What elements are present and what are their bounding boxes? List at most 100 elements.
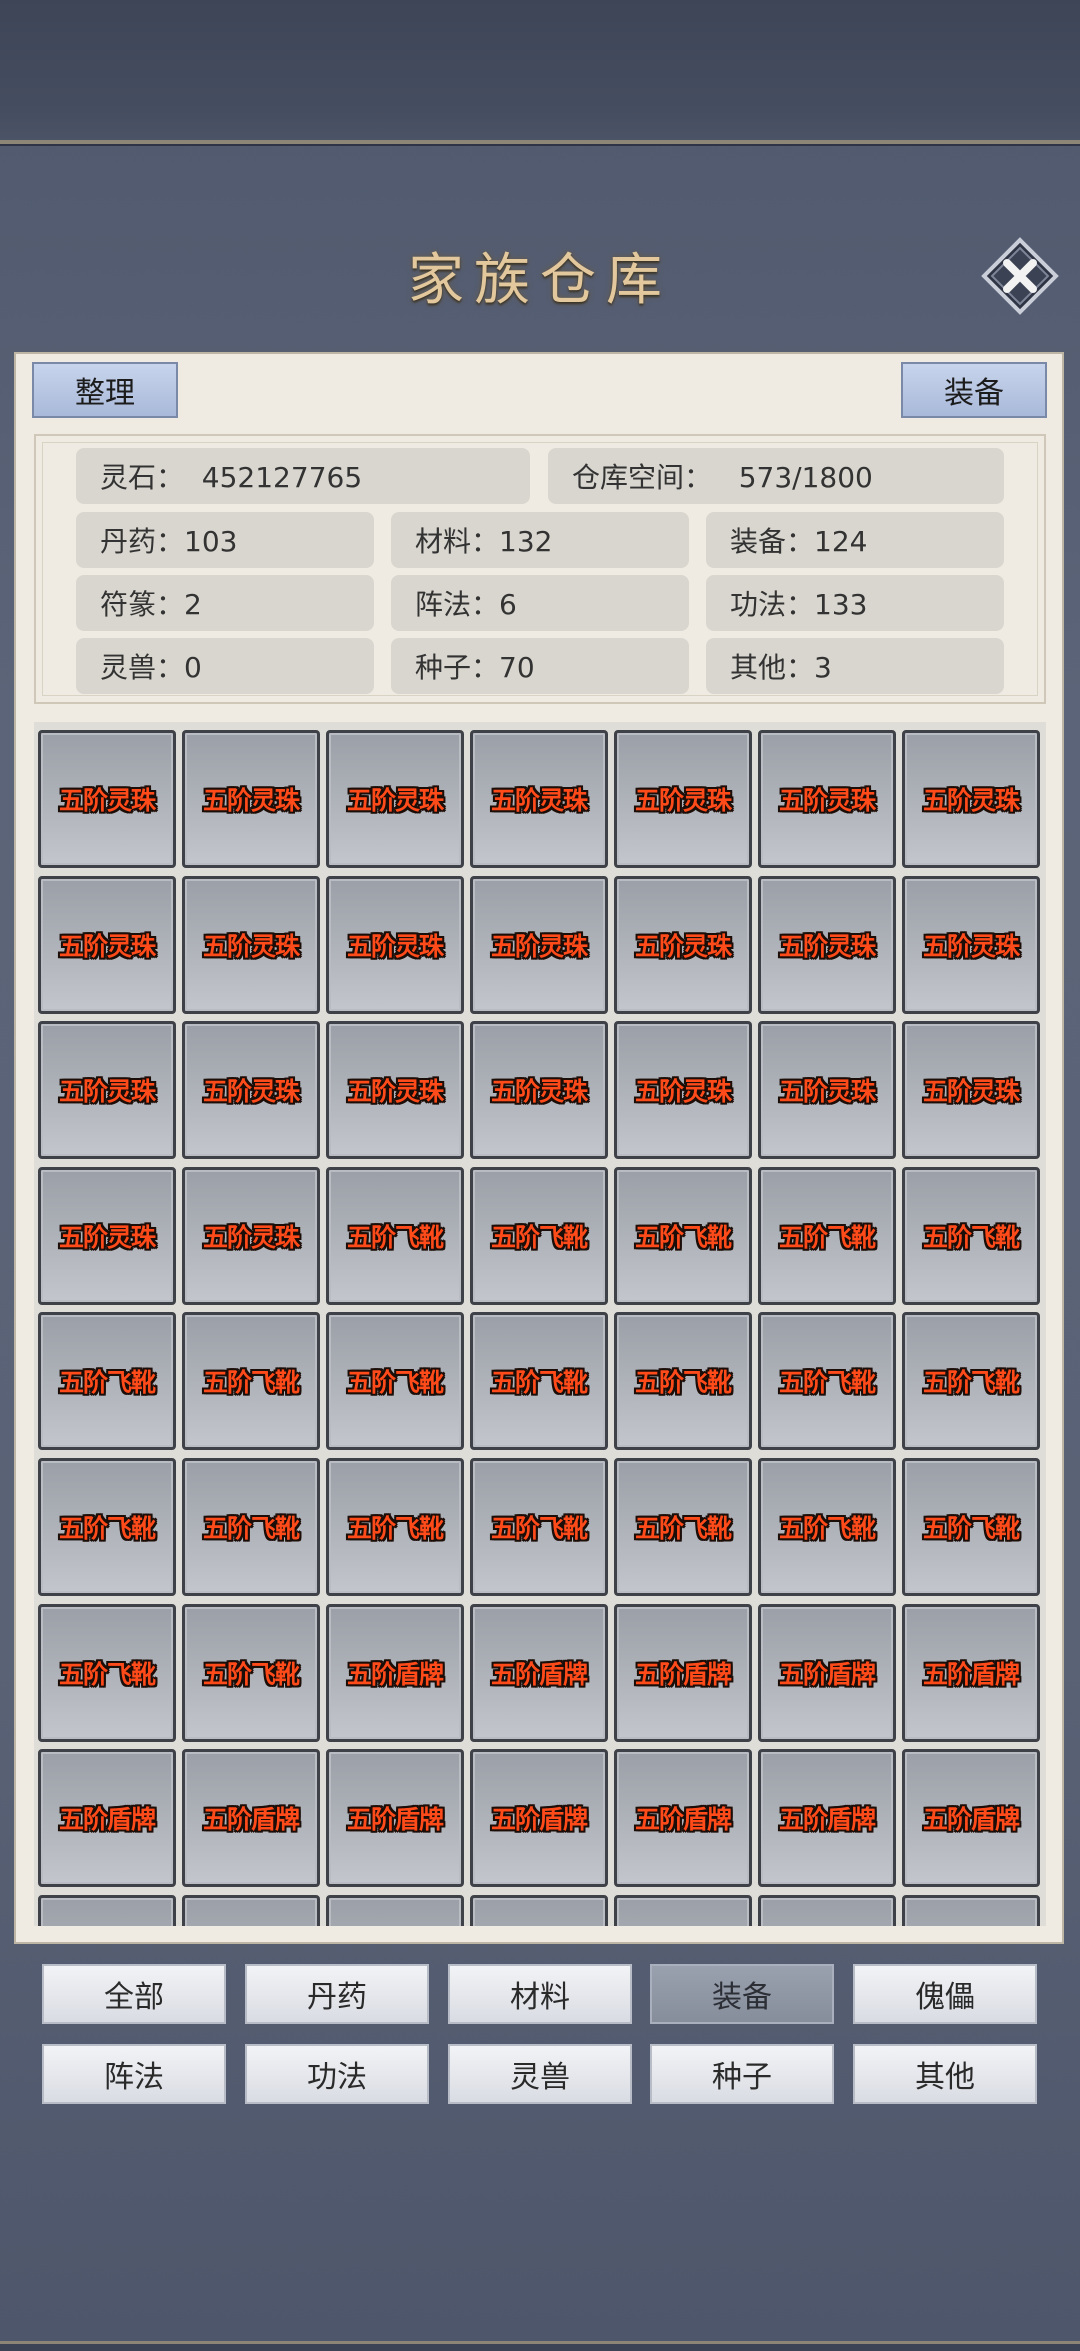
item-slot[interactable]: 五阶飞靴 xyxy=(614,1166,752,1305)
item-slot[interactable] xyxy=(902,1894,1040,1926)
item-slot[interactable]: 五阶盾牌 xyxy=(614,1603,752,1742)
item-name: 五阶飞靴 xyxy=(922,1514,1020,1543)
item-slot[interactable]: 五阶盾牌 xyxy=(182,1749,320,1888)
item-slot[interactable]: 五阶灵珠 xyxy=(326,730,464,868)
item-slot[interactable]: 五阶灵珠 xyxy=(182,875,320,1014)
item-slot[interactable]: 五阶灵珠 xyxy=(470,730,608,868)
tab-9[interactable]: 其他 xyxy=(853,2044,1037,2104)
item-name: 五阶灵珠 xyxy=(58,931,156,961)
item-slot[interactable]: 五阶灵珠 xyxy=(326,1021,464,1160)
item-slot[interactable]: 五阶飞靴 xyxy=(758,1312,896,1451)
item-name: 五阶灵珠 xyxy=(922,1077,1020,1107)
item-slot[interactable]: 五阶灵珠 xyxy=(326,875,464,1014)
item-slot[interactable]: 五阶灵珠 xyxy=(902,875,1040,1014)
item-slot[interactable]: 五阶飞靴 xyxy=(182,1603,320,1742)
item-slot[interactable]: 五阶灵珠 xyxy=(182,1021,320,1160)
item-slot[interactable]: 五阶灵珠 xyxy=(470,875,608,1014)
item-name: 五阶灵珠 xyxy=(346,1077,444,1107)
item-slot[interactable]: 五阶飞靴 xyxy=(470,1458,608,1596)
item-slot[interactable]: 五阶灵珠 xyxy=(614,730,752,868)
formations-stat: 阵法：6 xyxy=(391,575,689,631)
seeds-stat: 种子：70 xyxy=(391,638,689,694)
tab-3[interactable]: 装备 xyxy=(650,1964,834,2024)
item-name: 五阶灵珠 xyxy=(778,931,876,961)
item-slot[interactable]: 五阶灵珠 xyxy=(38,730,176,868)
item-slot[interactable] xyxy=(38,1894,176,1926)
item-name: 五阶灵珠 xyxy=(634,786,732,815)
sort-button[interactable]: 整理 xyxy=(32,362,178,418)
tab-0[interactable]: 全部 xyxy=(42,1964,226,2024)
item-slot[interactable]: 五阶盾牌 xyxy=(470,1749,608,1888)
techniques-stat: 功法：133 xyxy=(706,575,1004,631)
item-slot[interactable]: 五阶盾牌 xyxy=(902,1603,1040,1742)
item-slot[interactable]: 五阶飞靴 xyxy=(38,1603,176,1742)
item-slot[interactable] xyxy=(614,1894,752,1926)
item-name: 五阶盾牌 xyxy=(346,1659,444,1689)
item-name: 五阶飞靴 xyxy=(202,1368,300,1398)
item-slot[interactable]: 五阶飞靴 xyxy=(182,1312,320,1451)
item-slot[interactable]: 五阶飞靴 xyxy=(38,1312,176,1451)
item-slot[interactable] xyxy=(470,1894,608,1926)
item-slot[interactable]: 五阶灵珠 xyxy=(758,875,896,1014)
item-slot[interactable]: 五阶灵珠 xyxy=(902,730,1040,868)
bottom-border xyxy=(0,2341,1080,2351)
item-slot[interactable]: 五阶灵珠 xyxy=(758,730,896,868)
item-slot[interactable]: 五阶飞靴 xyxy=(758,1458,896,1596)
item-name: 五阶灵珠 xyxy=(202,1077,300,1107)
item-name: 五阶飞靴 xyxy=(922,1368,1020,1398)
item-slot[interactable]: 五阶灵珠 xyxy=(470,1021,608,1160)
item-slot[interactable]: 五阶盾牌 xyxy=(758,1603,896,1742)
close-button[interactable] xyxy=(980,236,1060,316)
item-slot[interactable]: 五阶灵珠 xyxy=(614,1021,752,1160)
item-name: 五阶盾牌 xyxy=(490,1805,588,1835)
item-name: 五阶盾牌 xyxy=(490,1659,588,1689)
tab-2[interactable]: 材料 xyxy=(448,1964,632,2024)
item-slot[interactable]: 五阶飞靴 xyxy=(614,1312,752,1451)
item-slot[interactable]: 五阶飞靴 xyxy=(470,1166,608,1305)
tab-7[interactable]: 灵兽 xyxy=(448,2044,632,2104)
item-name: 五阶盾牌 xyxy=(634,1659,732,1689)
item-slot[interactable]: 五阶盾牌 xyxy=(326,1603,464,1742)
item-slot[interactable]: 五阶灵珠 xyxy=(182,730,320,868)
spirit-stone-stat: 灵石： 452127765 xyxy=(76,448,530,504)
item-slot[interactable]: 五阶飞靴 xyxy=(326,1166,464,1305)
item-slot[interactable]: 五阶盾牌 xyxy=(470,1603,608,1742)
item-slot[interactable]: 五阶灵珠 xyxy=(902,1021,1040,1160)
item-slot[interactable]: 五阶灵珠 xyxy=(38,1021,176,1160)
item-name: 五阶盾牌 xyxy=(922,1659,1020,1689)
item-slot[interactable]: 五阶飞靴 xyxy=(902,1458,1040,1596)
item-grid[interactable]: 五阶灵珠 五阶灵珠 五阶灵珠 五阶灵珠 五阶灵珠 五阶灵珠 五阶灵珠 五阶灵珠 五阶灵珠 五阶灵珠… xyxy=(34,722,1046,1926)
item-slot[interactable] xyxy=(758,1894,896,1926)
item-slot[interactable] xyxy=(326,1894,464,1926)
item-slot[interactable]: 五阶盾牌 xyxy=(326,1749,464,1888)
item-name: 五阶灵珠 xyxy=(922,931,1020,961)
item-slot[interactable]: 五阶飞靴 xyxy=(902,1166,1040,1305)
tab-5[interactable]: 阵法 xyxy=(42,2044,226,2104)
equip-button[interactable]: 装备 xyxy=(901,362,1047,418)
tab-6[interactable]: 功法 xyxy=(245,2044,429,2104)
item-name: 五阶灵珠 xyxy=(778,786,876,815)
item-slot[interactable]: 五阶飞靴 xyxy=(182,1458,320,1596)
item-slot[interactable]: 五阶飞靴 xyxy=(902,1312,1040,1451)
top-banner xyxy=(0,0,1080,144)
item-name: 五阶盾牌 xyxy=(202,1805,300,1835)
item-slot[interactable]: 五阶飞靴 xyxy=(470,1312,608,1451)
item-slot[interactable]: 五阶盾牌 xyxy=(758,1749,896,1888)
item-slot[interactable]: 五阶灵珠 xyxy=(38,1166,176,1305)
item-slot[interactable]: 五阶灵珠 xyxy=(182,1166,320,1305)
tab-1[interactable]: 丹药 xyxy=(245,1964,429,2024)
item-slot[interactable]: 五阶飞靴 xyxy=(38,1458,176,1596)
item-slot[interactable]: 五阶飞靴 xyxy=(326,1458,464,1596)
item-slot[interactable]: 五阶灵珠 xyxy=(614,875,752,1014)
tab-4[interactable]: 傀儡 xyxy=(853,1964,1037,2024)
item-slot[interactable]: 五阶飞靴 xyxy=(758,1166,896,1305)
item-slot[interactable]: 五阶飞靴 xyxy=(614,1458,752,1596)
item-slot[interactable]: 五阶盾牌 xyxy=(902,1749,1040,1888)
item-slot[interactable]: 五阶灵珠 xyxy=(38,875,176,1014)
item-slot[interactable]: 五阶灵珠 xyxy=(758,1021,896,1160)
tab-8[interactable]: 种子 xyxy=(650,2044,834,2104)
item-slot[interactable]: 五阶飞靴 xyxy=(326,1312,464,1451)
item-slot[interactable]: 五阶盾牌 xyxy=(614,1749,752,1888)
item-slot[interactable] xyxy=(182,1894,320,1926)
item-slot[interactable]: 五阶盾牌 xyxy=(38,1749,176,1888)
